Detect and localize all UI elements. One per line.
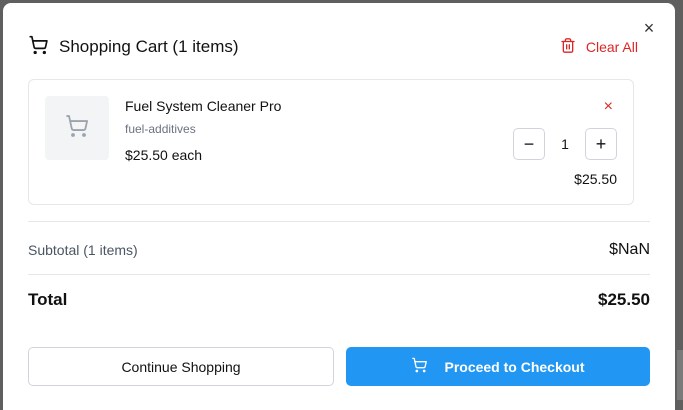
cart-icon (28, 35, 49, 60)
cart-item: Fuel System Cleaner Pro fuel-additives $… (28, 79, 634, 205)
decrement-button[interactable]: − (513, 128, 545, 160)
quantity-stepper: − 1 + (513, 128, 617, 160)
remove-item-button[interactable]: × (604, 98, 613, 116)
title-wrap: Shopping Cart (1 items) (28, 35, 239, 60)
quantity-value: 1 (561, 136, 569, 152)
trash-icon (560, 37, 576, 57)
total-value: $25.50 (598, 290, 650, 309)
product-thumbnail (45, 96, 109, 160)
page-title: Shopping Cart (1 items) (59, 37, 239, 56)
line-total: $25.50 (574, 171, 617, 187)
continue-shopping-button[interactable]: Continue Shopping (28, 347, 334, 386)
background-content (677, 350, 683, 400)
cart-icon (65, 114, 89, 143)
subtotal-label: Subtotal (1 items) (28, 242, 138, 258)
divider (28, 221, 650, 222)
divider (28, 274, 650, 275)
shopping-cart-modal: × Shopping Cart (1 items) Clear All Fuel… (3, 3, 675, 410)
clear-all-label: Clear All (585, 39, 638, 55)
increment-button[interactable]: + (585, 128, 617, 160)
unit-price: $25.50 each (125, 147, 203, 163)
continue-shopping-label: Continue Shopping (121, 358, 241, 375)
close-button[interactable]: × (640, 19, 658, 37)
close-icon: × (603, 98, 613, 115)
plus-icon: + (595, 133, 607, 154)
total-label: Total (28, 290, 68, 309)
checkout-button[interactable]: Proceed to Checkout (346, 347, 650, 386)
product-category: fuel-additives (125, 122, 196, 136)
cart-icon (411, 357, 428, 376)
minus-icon: − (523, 133, 535, 154)
clear-all-button[interactable]: Clear All (560, 37, 638, 57)
subtotal-value: $NaN (609, 241, 650, 258)
product-name: Fuel System Cleaner Pro (125, 98, 282, 114)
checkout-label: Proceed to Checkout (444, 358, 585, 375)
cart-header: Shopping Cart (1 items) Clear All (28, 33, 638, 61)
close-icon: × (643, 18, 655, 38)
